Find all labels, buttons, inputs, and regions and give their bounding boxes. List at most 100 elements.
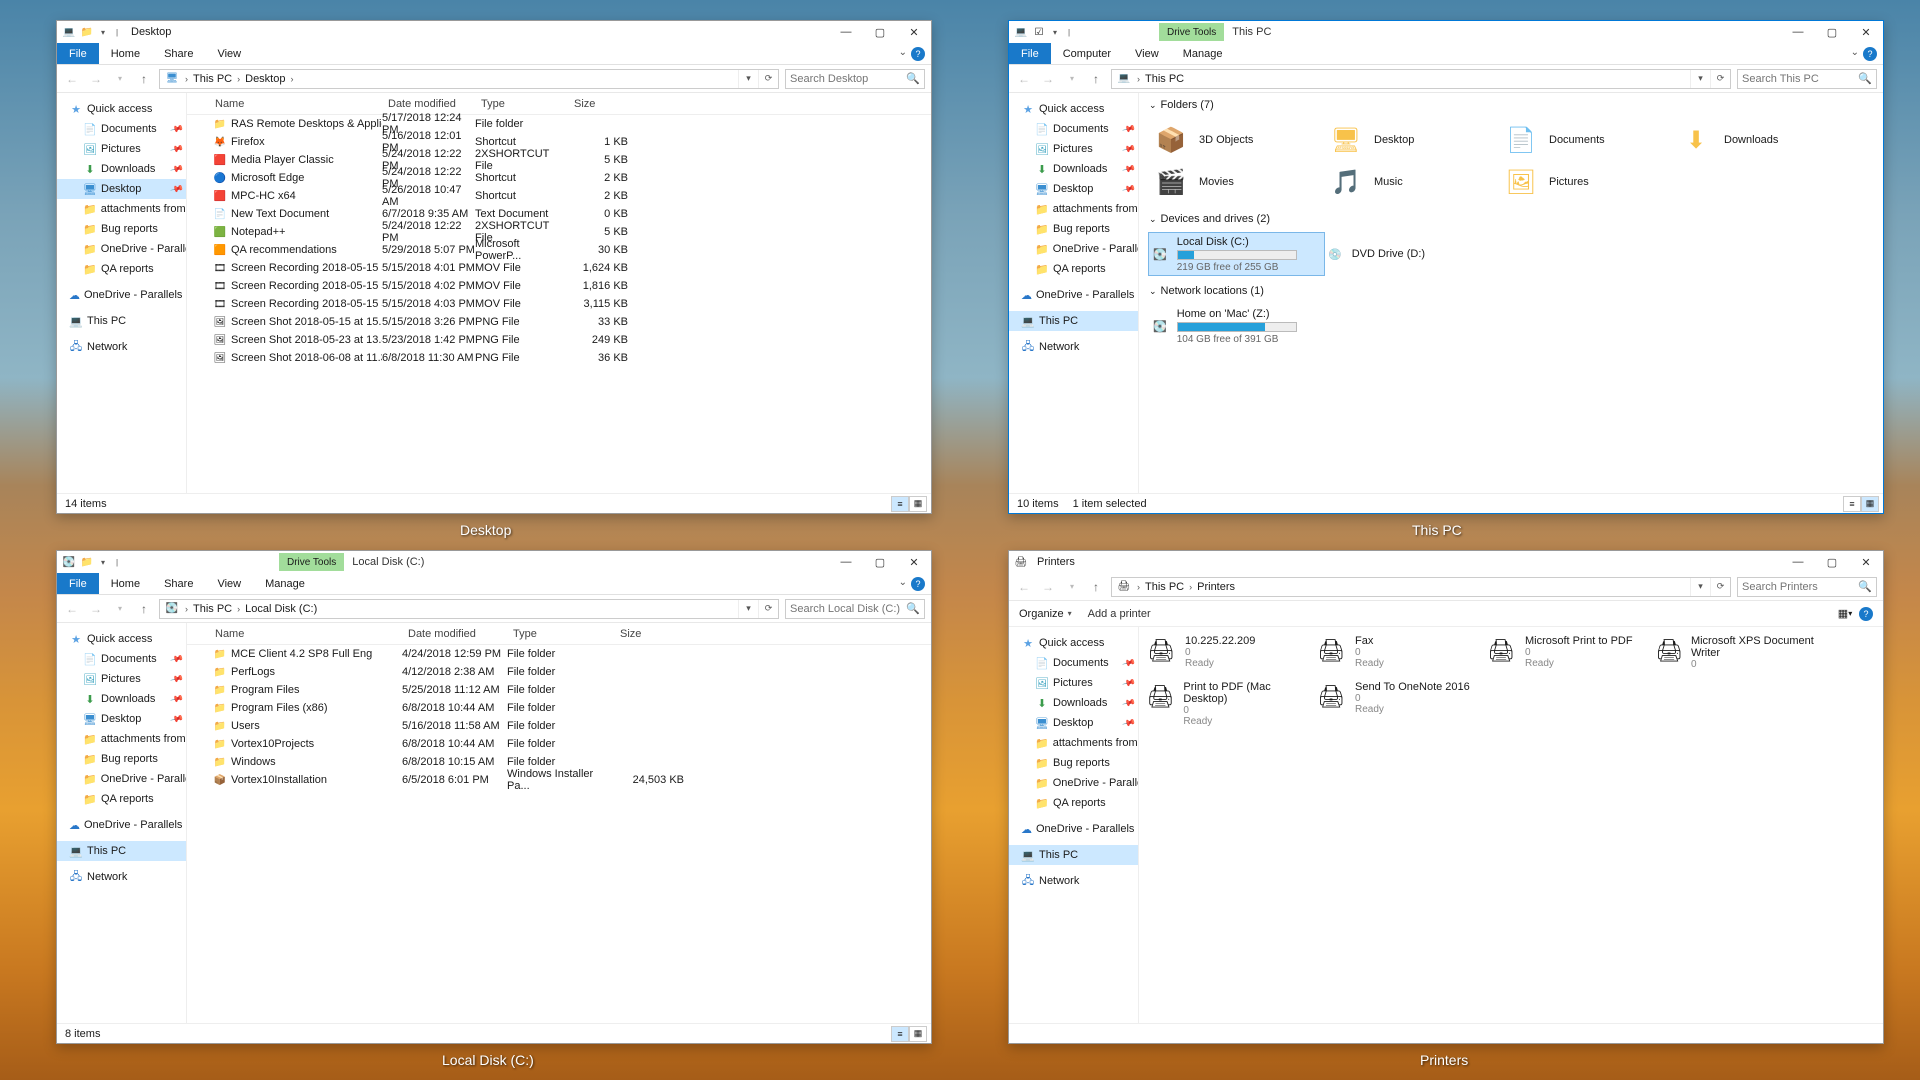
printer-tile[interactable]: 🖨Microsoft XPS Document Writer0 (1653, 633, 1823, 679)
close-button[interactable]: ✕ (1849, 551, 1883, 573)
forward-button[interactable]: → (1039, 70, 1057, 88)
printer-tile[interactable]: 🖨Print to PDF (Mac Desktop)0Ready (1143, 679, 1313, 725)
chevron-right-icon[interactable]: › (1186, 582, 1195, 592)
nav-item[interactable]: ⬇Downloads📌 (57, 159, 186, 179)
file-row[interactable]: 🎞Screen Recording 2018-05-15 at 16.02.06… (187, 277, 931, 295)
section-network[interactable]: ⌄Network locations (1) (1139, 279, 1883, 301)
chevron-right-icon[interactable]: › (234, 604, 243, 614)
refresh-button[interactable]: ⟳ (758, 70, 778, 88)
help-icon[interactable]: ? (911, 577, 925, 591)
nav-item[interactable]: ⬇Downloads📌 (1009, 693, 1138, 713)
close-button[interactable]: ✕ (1849, 21, 1883, 43)
folder-tile[interactable]: 🖥Desktop (1324, 119, 1499, 161)
col-date[interactable]: Date modified (382, 98, 475, 110)
nav-item[interactable]: 📄Documents📌 (1009, 119, 1138, 139)
nav-item[interactable]: 📁Bug reports (57, 219, 186, 239)
breadcrumb-dropdown-icon[interactable]: ▾ (1690, 70, 1710, 88)
nav-item[interactable]: 📁QA reports (1009, 793, 1138, 813)
up-button[interactable]: ↑ (135, 600, 153, 618)
qat-dropdown-icon[interactable]: ▾ (97, 554, 109, 570)
maximize-button[interactable]: ▢ (1815, 551, 1849, 573)
nav-item[interactable]: ★Quick access (1009, 633, 1138, 653)
ribbon-collapse-icon[interactable]: ⌄ (899, 47, 907, 58)
help-icon[interactable]: ? (1859, 607, 1873, 621)
search-box[interactable]: 🔍 (1737, 577, 1877, 597)
tab-file[interactable]: File (1009, 43, 1051, 64)
printer-tile[interactable]: 🖨10.225.22.2090Ready (1143, 633, 1313, 679)
folder-tile[interactable]: ⬇Downloads (1674, 119, 1849, 161)
col-name[interactable]: Name (187, 628, 402, 640)
nav-item[interactable]: 📁attachments from r (1009, 199, 1138, 219)
nav-item[interactable]: 📄Documents📌 (57, 649, 186, 669)
search-box[interactable]: 🔍 (785, 69, 925, 89)
help-icon[interactable]: ? (1863, 47, 1877, 61)
nav-item[interactable]: 💻This PC (57, 841, 186, 861)
details-view-button[interactable]: ≡ (1843, 496, 1861, 512)
breadcrumb-seg[interactable]: This PC (1143, 581, 1186, 593)
forward-button[interactable]: → (87, 70, 105, 88)
qat-dropdown-icon[interactable]: ▾ (1049, 24, 1061, 40)
icons-view-button[interactable]: ▦ (1861, 496, 1879, 512)
file-row[interactable]: 🖼Screen Shot 2018-05-23 at 13.41.565/23/… (187, 331, 931, 349)
breadcrumb-seg[interactable]: This PC (1143, 73, 1186, 85)
search-icon[interactable]: 🔍 (1858, 580, 1872, 593)
col-type[interactable]: Type (507, 628, 614, 640)
breadcrumb-dropdown-icon[interactable]: ▾ (738, 70, 758, 88)
properties-icon[interactable]: ☑ (1031, 24, 1047, 40)
nav-item[interactable]: 💻This PC (1009, 311, 1138, 331)
nav-item[interactable]: 📁attachments from r (1009, 733, 1138, 753)
maximize-button[interactable]: ▢ (863, 551, 897, 573)
nav-item[interactable]: 🖥Desktop📌 (1009, 713, 1138, 733)
tab-file[interactable]: File (57, 43, 99, 64)
recent-dropdown-icon[interactable]: ▾ (111, 600, 129, 618)
ribbon-collapse-icon[interactable]: ⌄ (1851, 47, 1859, 58)
up-button[interactable]: ↑ (135, 70, 153, 88)
section-drives[interactable]: ⌄Devices and drives (2) (1139, 207, 1883, 229)
printer-tile[interactable]: 🖨Microsoft Print to PDF0Ready (1483, 633, 1653, 679)
tab-share[interactable]: Share (152, 573, 205, 594)
nav-item[interactable]: 📁Bug reports (1009, 753, 1138, 773)
section-folders[interactable]: ⌄Folders (7) (1139, 93, 1883, 115)
file-row[interactable]: 🎞Screen Recording 2018-05-15 at 16.02.55… (187, 295, 931, 313)
chevron-right-icon[interactable]: › (234, 74, 243, 84)
col-date[interactable]: Date modified (402, 628, 507, 640)
tab-view[interactable]: View (205, 573, 253, 594)
add-printer-button[interactable]: Add a printer (1088, 608, 1151, 620)
search-input[interactable] (1742, 581, 1872, 593)
titlebar[interactable]: 💽 📁 ▾ | Drive Tools Local Disk (C:) — ▢ … (57, 551, 931, 573)
chevron-right-icon[interactable]: › (1134, 74, 1143, 84)
nav-item[interactable]: 📁OneDrive - Parallels (57, 769, 186, 789)
minimize-button[interactable]: — (829, 551, 863, 573)
nav-item[interactable]: 🖼Pictures📌 (57, 669, 186, 689)
file-row[interactable]: 🟧QA recommendations5/29/2018 5:07 PMMicr… (187, 241, 931, 259)
refresh-button[interactable]: ⟳ (1710, 578, 1730, 596)
maximize-button[interactable]: ▢ (1815, 21, 1849, 43)
chevron-right-icon[interactable]: › (1134, 582, 1143, 592)
col-size[interactable]: Size (614, 628, 684, 640)
details-view-button[interactable]: ≡ (891, 1026, 909, 1042)
nav-item[interactable]: 🖼Pictures📌 (1009, 673, 1138, 693)
folder-tile[interactable]: 📄Documents (1499, 119, 1674, 161)
nav-item[interactable]: 🖥Desktop📌 (57, 709, 186, 729)
tab-manage[interactable]: Manage (1171, 43, 1235, 64)
tab-manage[interactable]: Manage (253, 573, 317, 594)
file-row[interactable]: 🟥Media Player Classic5/24/2018 12:22 PM2… (187, 151, 931, 169)
file-row[interactable]: 📁Program Files5/25/2018 11:12 AMFile fol… (187, 681, 931, 699)
search-box[interactable]: 🔍 (1737, 69, 1877, 89)
tab-home[interactable]: Home (99, 43, 152, 64)
file-row[interactable]: 🖼Screen Shot 2018-06-08 at 11.30.226/8/2… (187, 349, 931, 367)
nav-item[interactable]: 📁OneDrive - Parallels (57, 239, 186, 259)
nav-item[interactable]: ☁OneDrive - Parallels I (57, 285, 186, 305)
titlebar[interactable]: 🖨 Printers — ▢ ✕ (1009, 551, 1883, 573)
nav-item[interactable]: ☁OneDrive - Parallels I (1009, 285, 1138, 305)
qat-dropdown-icon[interactable]: ▾ (97, 24, 109, 40)
col-size[interactable]: Size (568, 98, 638, 110)
breadcrumb-dropdown-icon[interactable]: ▾ (1690, 578, 1710, 596)
minimize-button[interactable]: — (829, 21, 863, 43)
search-icon[interactable]: 🔍 (1858, 72, 1872, 85)
back-button[interactable]: ← (63, 600, 81, 618)
titlebar[interactable]: 💻 📁 ▾ | Desktop — ▢ ✕ (57, 21, 931, 43)
forward-button[interactable]: → (1039, 578, 1057, 596)
nav-item[interactable]: 🖼Pictures📌 (1009, 139, 1138, 159)
file-row[interactable]: 📁Users5/16/2018 11:58 AMFile folder (187, 717, 931, 735)
